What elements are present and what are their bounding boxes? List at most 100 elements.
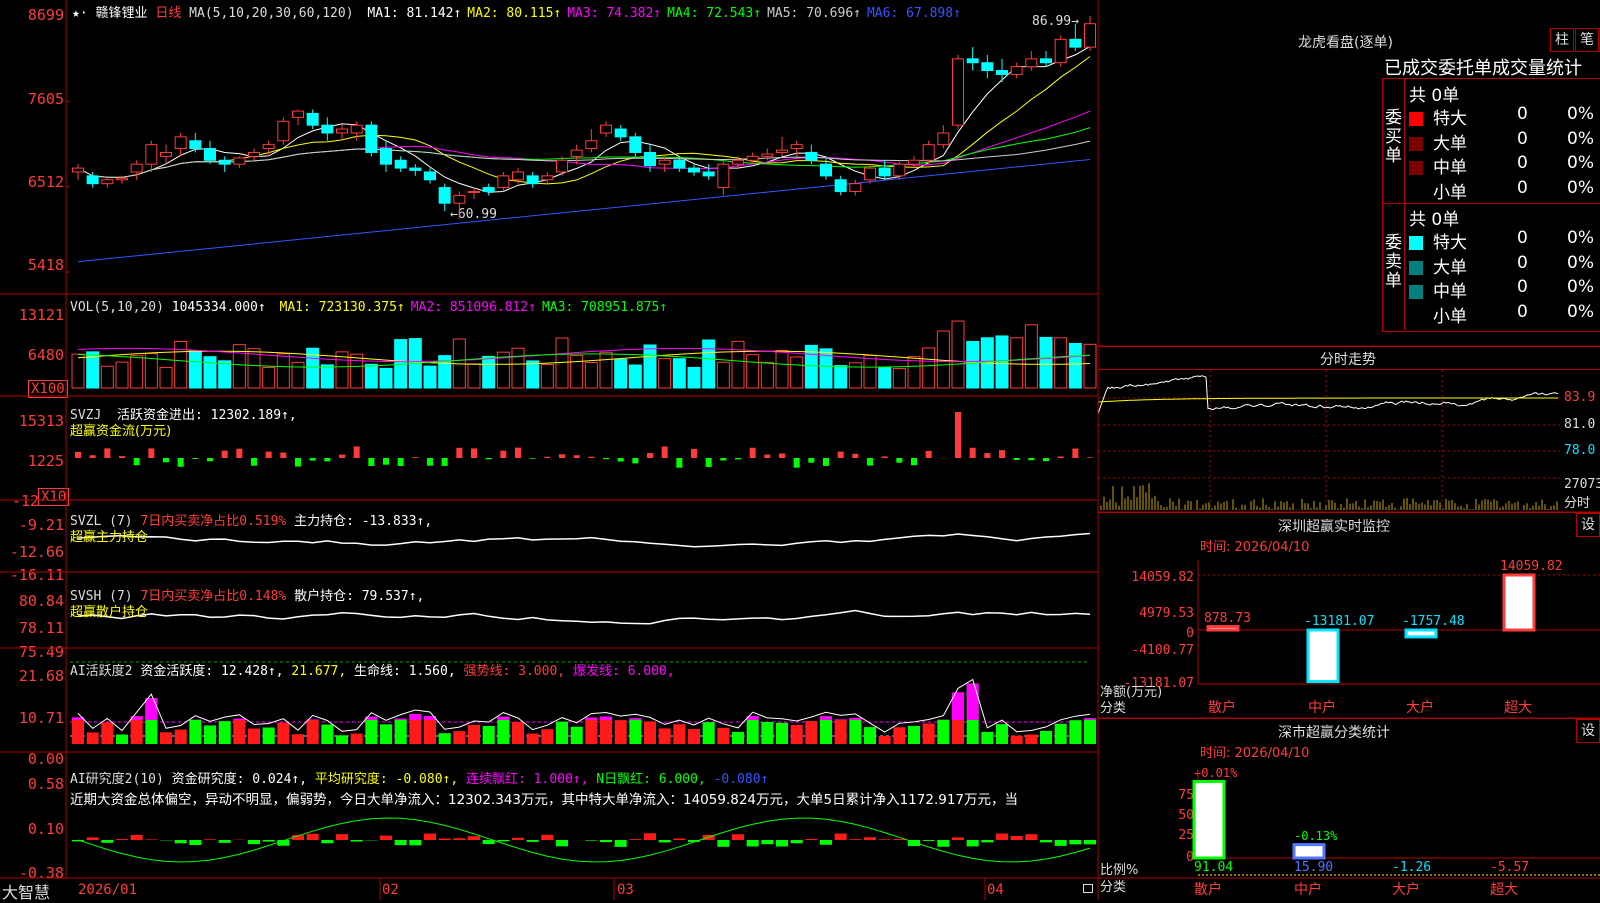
research-bar (483, 840, 495, 844)
activity-bar (351, 734, 363, 744)
intraday-chart[interactable] (1098, 0, 1600, 900)
flow-bar (779, 453, 785, 458)
ai1-strongline: 强势线: 3.000, (464, 664, 566, 679)
activity-bar (849, 718, 861, 744)
research-bar (512, 838, 524, 840)
activity-bar (497, 717, 509, 744)
candle (337, 129, 348, 133)
research-bar (101, 840, 113, 843)
activity-bar-top (145, 698, 157, 720)
svzl-tick-2: -12.66 (2, 543, 64, 561)
flow-bar (119, 456, 125, 458)
ai1-burstline: 爆发线: 6.000, (573, 664, 675, 679)
research-bar (527, 840, 539, 842)
activity-bar (336, 735, 348, 744)
ai1-tick-3: 0.00 (2, 750, 64, 768)
volume-bar (277, 354, 289, 388)
research-bar (497, 840, 509, 841)
class-bar-1 (1194, 782, 1224, 858)
ai2-consecutive: 连续飘红: 1.000↑, (466, 772, 588, 787)
flow-bar (838, 452, 844, 458)
candle (645, 152, 656, 165)
flow-bar (896, 458, 902, 463)
ai1-tick-2: 10.71 (2, 709, 64, 727)
activity-bar (219, 721, 231, 744)
activity-bar (365, 717, 377, 744)
activity-bar-top (585, 718, 597, 720)
activity-bar (189, 720, 201, 744)
activity-bar (732, 732, 744, 744)
candle (425, 172, 436, 180)
ai1-header: AI活跃度2 资金活跃度: 12.428↑, 21.677, 生命线: 1.56… (70, 660, 675, 679)
ai2-tick-1: 0.58 (2, 775, 64, 793)
candle (982, 63, 993, 71)
candle (117, 178, 128, 180)
flow-bar (559, 454, 565, 458)
research-bar (131, 835, 143, 840)
flow-bar (148, 448, 154, 458)
activity-bar-top (1084, 718, 1096, 720)
flow-bar (442, 458, 448, 466)
volume-bar (864, 355, 876, 388)
activity-bar (659, 728, 671, 744)
candle (249, 152, 260, 156)
candle (513, 172, 524, 180)
ai2-header: AI研究度2(10) 资金研究度: 0.024↑, 平均研究度: -0.080↑… (70, 768, 768, 787)
activity-bar (1069, 720, 1081, 744)
activity-bar (380, 724, 392, 744)
activity-bar (864, 727, 876, 744)
research-bar (673, 838, 685, 840)
candle (674, 160, 685, 168)
candle (1026, 59, 1037, 67)
lock-icon[interactable] (1083, 884, 1093, 893)
activity-bar (263, 727, 275, 744)
flow-bar (676, 458, 682, 468)
volume-bar (659, 359, 671, 388)
activity-bar-top (497, 717, 509, 720)
research-bar (468, 836, 480, 840)
candle (850, 184, 861, 192)
main-position-line (78, 534, 1090, 547)
activity-bar (600, 717, 612, 744)
research-bar (615, 840, 627, 847)
flow-bar (574, 455, 580, 458)
candle (615, 129, 626, 137)
ai1-lifeline: 生命线: 1.560, (354, 664, 456, 679)
activity-bar (233, 719, 245, 744)
activity-bar (307, 719, 319, 744)
activity-bar (820, 716, 832, 744)
flow-bar (383, 458, 389, 465)
research-bar (219, 840, 231, 843)
vol-unit: X100 (28, 380, 68, 398)
candle (630, 137, 641, 153)
candle (909, 160, 920, 164)
candle (733, 160, 744, 164)
flow-bar (280, 453, 286, 458)
research-bar (1069, 840, 1081, 844)
research-bar (805, 839, 817, 840)
activity-bar-top (629, 718, 641, 720)
activity-bar (908, 726, 920, 744)
candle (557, 160, 568, 172)
research-bar (791, 840, 803, 843)
flow-bar (163, 458, 169, 462)
candle (806, 152, 817, 160)
candle (219, 160, 230, 164)
activity-bar-top (820, 716, 832, 720)
candle (821, 164, 832, 176)
price-chart[interactable] (0, 0, 1098, 900)
activity-bar (321, 725, 333, 744)
research-bar (952, 837, 964, 840)
volume-bar (72, 354, 84, 388)
candle (102, 180, 113, 184)
candle (131, 164, 142, 172)
activity-bar (923, 723, 935, 744)
volume-bar (996, 336, 1008, 388)
main-chart-area[interactable]: ★· 赣锋锂业 日线 MA(5,10,20,30,60,120) MA1: 81… (0, 0, 1098, 900)
candle (777, 150, 788, 152)
flow-bar (412, 457, 418, 458)
flow-bar (456, 448, 462, 458)
research-bar (321, 840, 333, 843)
activity-bar (703, 722, 715, 744)
flow-bar (970, 448, 976, 458)
